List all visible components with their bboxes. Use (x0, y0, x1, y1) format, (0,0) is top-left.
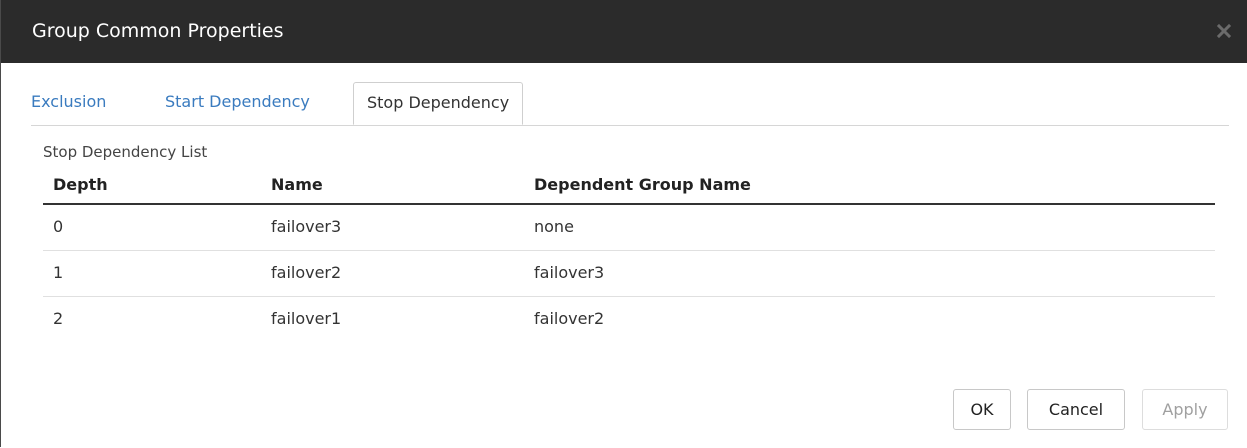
table-row[interactable]: 0 failover3 none (43, 205, 1215, 251)
dialog-titlebar: Group Common Properties (1, 0, 1247, 63)
cell-dependent-group-name: failover2 (534, 309, 605, 328)
cell-dependent-group-name: failover3 (534, 263, 605, 282)
column-header-name: Name (271, 175, 323, 194)
apply-button[interactable]: Apply (1142, 389, 1228, 430)
table-row[interactable]: 2 failover1 failover2 (43, 297, 1215, 342)
cell-depth: 2 (53, 309, 64, 328)
cell-name: failover3 (271, 217, 342, 236)
tab-start-dependency[interactable]: Start Dependency (165, 82, 310, 124)
cancel-button[interactable]: Cancel (1027, 389, 1125, 430)
close-icon (1216, 23, 1232, 39)
tab-stop-dependency[interactable]: Stop Dependency (353, 82, 524, 125)
table-header: Depth Name Dependent Group Name (43, 168, 1215, 205)
tab-exclusion[interactable]: Exclusion (31, 82, 106, 124)
table-row[interactable]: 1 failover2 failover3 (43, 251, 1215, 297)
group-common-properties-dialog: Group Common Properties Exclusion Start … (0, 0, 1247, 447)
cell-dependent-group-name: none (534, 217, 574, 236)
cell-depth: 1 (53, 263, 64, 282)
cell-name: failover1 (271, 309, 342, 328)
stop-dependency-list-label: Stop Dependency List (43, 143, 208, 161)
stop-dependency-table: Depth Name Dependent Group Name 0 failov… (43, 168, 1215, 342)
column-header-dependent-group-name: Dependent Group Name (534, 175, 751, 194)
column-header-depth: Depth (53, 175, 108, 194)
cell-depth: 0 (53, 217, 64, 236)
cell-name: failover2 (271, 263, 342, 282)
ok-button[interactable]: OK (953, 389, 1011, 430)
close-button[interactable] (1211, 18, 1237, 44)
tab-bar: Exclusion Start Dependency Stop Dependen… (31, 82, 1229, 126)
dialog-title: Group Common Properties (32, 20, 284, 42)
